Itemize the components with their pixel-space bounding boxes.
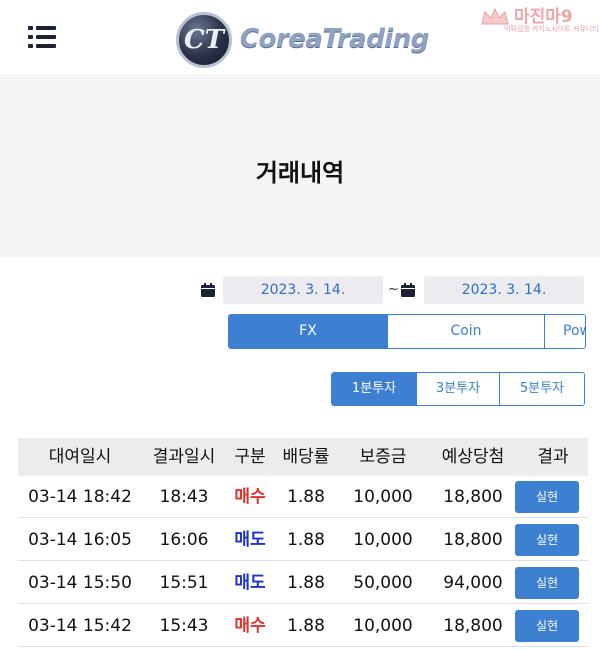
result-button[interactable]: 실현 xyxy=(515,524,579,556)
col-rent-time: 대여일시 xyxy=(48,447,112,467)
table-row: 03-14 15:42 15:43 매수 1.88 10,000 18,800 … xyxy=(18,605,588,647)
cell-result-time: 15:43 xyxy=(159,616,209,636)
table-header: 대여일시 결과일시 구분 배당률 보증금 예상당첨 결과 xyxy=(18,438,588,476)
cell-type: 매수 xyxy=(234,616,266,636)
tab-1min[interactable]: 1분투자 xyxy=(332,373,416,405)
app-header: CT CoreaTrading 마진마9 먹튀검증 카지노사이트 커뮤니티 xyxy=(0,0,600,76)
start-date-field[interactable]: 2023. 3. 14. xyxy=(223,276,383,304)
tab-5min[interactable]: 5분투자 xyxy=(500,373,584,405)
cell-type: 매도 xyxy=(234,530,266,550)
col-deposit: 보증금 xyxy=(359,447,407,467)
tab-3min[interactable]: 3분투자 xyxy=(417,373,499,405)
calendar-icon-end[interactable] xyxy=(401,283,415,297)
cell-odds: 1.88 xyxy=(287,530,325,550)
logo-emblem: CT xyxy=(176,12,232,68)
cell-expected: 18,800 xyxy=(443,616,503,636)
end-date-field[interactable]: 2023. 3. 14. xyxy=(424,276,584,304)
col-result: 결과 xyxy=(537,447,569,467)
date-separator: ~ xyxy=(388,282,399,297)
cell-result-time: 16:06 xyxy=(159,530,209,550)
cell-type: 매도 xyxy=(234,573,266,593)
cell-deposit: 10,000 xyxy=(353,530,413,550)
cell-deposit: 10,000 xyxy=(353,616,413,636)
result-button[interactable]: 실현 xyxy=(515,481,579,513)
col-type: 구분 xyxy=(234,447,266,467)
cell-rent-time: 03-14 15:42 xyxy=(28,616,132,636)
table-row: 03-14 18:42 18:43 매수 1.88 10,000 18,800 … xyxy=(18,476,588,518)
watermark: 마진마9 먹튀검증 카지노사이트 커뮤니티 xyxy=(476,2,600,36)
page-title: 거래내역 xyxy=(255,159,345,187)
market-tabs: FX Coin Pow xyxy=(228,314,586,349)
brand-logo[interactable]: CT CoreaTrading xyxy=(176,12,436,68)
cell-rent-time: 03-14 16:05 xyxy=(28,530,132,550)
page-banner: 거래내역 xyxy=(0,77,600,257)
calendar-icon-start[interactable] xyxy=(201,283,215,297)
cell-expected: 18,800 xyxy=(443,530,503,550)
table-row: 03-14 16:05 16:06 매도 1.88 10,000 18,800 … xyxy=(18,519,588,561)
tab-fx[interactable]: FX xyxy=(229,315,387,348)
cell-odds: 1.88 xyxy=(287,573,325,593)
result-button[interactable]: 실현 xyxy=(515,567,579,599)
cell-odds: 1.88 xyxy=(287,487,325,507)
col-expected: 예상당첨 xyxy=(441,447,505,467)
table-row: 03-14 15:50 15:51 매도 1.88 50,000 94,000 … xyxy=(18,562,588,604)
logo-text: CoreaTrading xyxy=(240,24,429,54)
menu-icon[interactable] xyxy=(28,26,56,48)
cell-rent-time: 03-14 18:42 xyxy=(28,487,132,507)
cell-odds: 1.88 xyxy=(287,616,325,636)
cell-expected: 18,800 xyxy=(443,487,503,507)
tab-pow[interactable]: Pow xyxy=(545,315,585,348)
result-button[interactable]: 실현 xyxy=(515,610,579,642)
cell-rent-time: 03-14 15:50 xyxy=(28,573,132,593)
col-odds: 배당률 xyxy=(282,447,330,467)
tab-coin[interactable]: Coin xyxy=(388,315,544,348)
cell-deposit: 50,000 xyxy=(353,573,413,593)
period-tabs: 1분투자 3분투자 5분투자 xyxy=(331,372,585,406)
col-result-time: 결과일시 xyxy=(152,447,216,467)
watermark-sub: 먹튀검증 카지노사이트 커뮤니티 xyxy=(504,25,599,33)
cell-deposit: 10,000 xyxy=(353,487,413,507)
cell-expected: 94,000 xyxy=(443,573,503,593)
cell-result-time: 15:51 xyxy=(159,573,209,593)
cell-result-time: 18:43 xyxy=(159,487,209,507)
cell-type: 매수 xyxy=(234,487,266,507)
